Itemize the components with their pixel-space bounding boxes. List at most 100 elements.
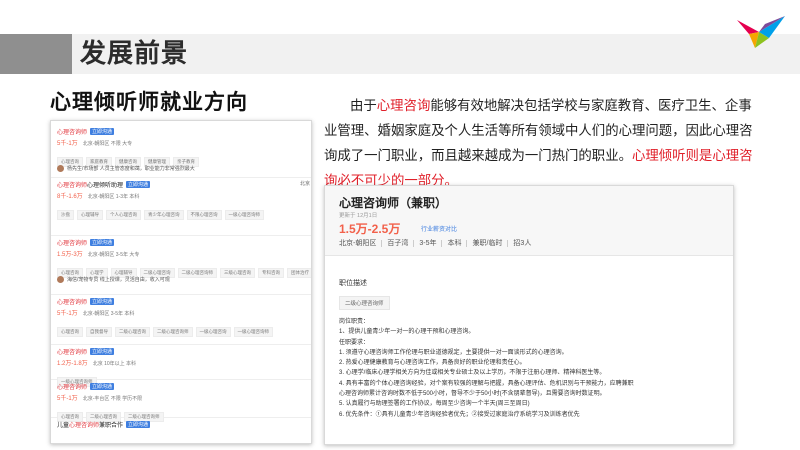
job-tag: 二级心理咨询师 [177, 268, 217, 278]
origami-bird-logo [737, 16, 785, 48]
job-card[interactable]: 心理咨询师 立即沟通 5千-1万 北京-朝阳区 不限 大专 心理咨询 家庭教育 健康咨询 健康… [51, 125, 311, 178]
job-detail-meta-item: 北京-朝阳区 [339, 240, 383, 247]
recruiter-line: 海信/宠物专员 线上授课，灵活自由，收入可观 [57, 276, 170, 283]
job-tag: 个人心理咨询 [106, 210, 141, 220]
recruiter-line: 杨先生/市场部 人员主管态度和蔼，职业能力非常强烈最大 [57, 165, 195, 172]
intro-highlight: 心理咨询 [376, 99, 431, 114]
job-detail-salary: 1.5万-2.5万 [339, 222, 401, 236]
chat-button[interactable]: 立即沟通 [90, 298, 115, 305]
job-detail-title: 心理咨询师（兼职） [339, 196, 448, 210]
job-meta: 北京-朝阳区 3-5年 大专 [87, 252, 140, 258]
job-title-keyword: 心理咨询师 [69, 423, 100, 429]
job-description-line: 5. 认真履行与助理签署的工作协议，每周至少咨询一个半天(周三至周日) [339, 401, 530, 408]
job-detail-screenshot: 心理咨询师（兼职） 更新于 12月1日 1.5万-2.5万 行业薪资对比 北京-… [324, 185, 734, 445]
job-description-line: 任职要求： [339, 339, 370, 346]
job-title-prefix: 儿童 [57, 423, 70, 429]
job-title-suffix: 兼职合作 [99, 423, 124, 429]
job-tag: 一级心理咨询师 [233, 327, 273, 337]
job-card[interactable]: 心理咨询师 立即沟通 5千-1万 北京-丰台区 不限 学历不限 心理咨询 二级心理咨询 二级… [51, 380, 311, 422]
job-meta: 北京-朝阳区 3-5年 本科 [82, 311, 135, 317]
job-description-line: 2. 热爱心理健康教育与心理咨询工作，具备良好的职业伦理和责任心。 [339, 360, 526, 367]
job-salary: 1.5万-3万 [57, 252, 83, 258]
job-description-heading: 职位描述 [339, 280, 367, 287]
job-description-line: 4. 具有丰富的个体心理咨询经验，对个案有较强的理解与把握，具备心理评估、危机识… [339, 380, 634, 387]
job-description-text: 岗位职责： 1、提供儿童青少年一对一的心理干预和心理咨询。 任职要求： 1. 须遵守心… [339, 317, 729, 420]
chat-button[interactable]: 立即沟通 [90, 383, 115, 390]
avatar [57, 165, 64, 172]
job-card[interactable]: 心理咨询师 立即沟通 1.2万-1.8万 北京 10年以上 本科 一级心理咨询师 [51, 345, 311, 387]
chat-button[interactable]: 立即沟通 [90, 348, 115, 355]
intro-text: 由于 [350, 99, 377, 114]
job-description-line: 心理咨询师累计咨询时数不低于500小时，督导不少于50小时(不含朋辈督导)，且需… [339, 391, 606, 398]
slide-subtitle: 心理倾听师就业方向 [50, 90, 248, 114]
job-tag: 三级心理咨询 [220, 268, 255, 278]
job-description-tag: 二级心理咨询师 [339, 296, 390, 310]
title-accent-bar [0, 34, 72, 74]
job-title[interactable]: 心理咨询师 立即沟通 [57, 347, 115, 356]
job-detail-meta-item: 兼职/临时 [472, 240, 509, 247]
job-detail-meta-item: 本科 [447, 240, 468, 247]
job-title[interactable]: 儿童心理咨询师兼职合作 立即沟通 [57, 420, 151, 429]
job-meta: 北京 10年以上 本科 [92, 361, 137, 367]
job-title-keyword: 心理咨询师 [57, 385, 88, 391]
job-description-line: 3. 心理学/临床心理学相关方向为佳或相关专业硕士及以上学历，不限于注册心理师、… [339, 370, 606, 377]
salary-compare-link[interactable]: 行业薪资对比 [421, 224, 457, 233]
job-tag: 心理咨询 [57, 327, 83, 337]
job-salary: 1.2万-1.8万 [57, 361, 88, 367]
job-detail-meta-item: 3-5年 [419, 240, 443, 247]
job-tag: 专科咨询 [258, 268, 284, 278]
job-detail-date: 更新于 12月1日 [339, 213, 378, 219]
job-salary: 5千-1万 [57, 141, 78, 147]
job-salary-line: 5千-1万 北京-朝阳区 不限 大专 [57, 138, 132, 147]
job-title-keyword: 心理咨询师 [57, 241, 88, 247]
job-title-suffix: 心理倾听助理 [87, 183, 124, 189]
job-salary-line: 1.5万-3万 北京-朝阳区 3-5年 大专 [57, 249, 139, 258]
recruiter-text: 海信/宠物专员 线上授课，灵活自由，收入可观 [67, 277, 170, 283]
chat-button[interactable]: 立即沟通 [126, 181, 151, 188]
job-tag: 二级心理咨询 [115, 327, 150, 337]
job-tag: 青少年心理咨询 [144, 210, 184, 220]
avatar [57, 276, 64, 283]
job-title-keyword: 心理咨询师 [57, 130, 88, 136]
job-list-screenshot: 心理咨询师 立即沟通 5千-1万 北京-朝阳区 不限 大专 心理咨询 家庭教育 健康咨询 健康… [50, 120, 312, 444]
job-detail-meta-item: 百子湾 [387, 240, 415, 247]
job-meta: 北京-朝阳区 不限 大专 [82, 141, 133, 147]
job-tags: 沙盘 心理辅导 个人心理咨询 青少年心理咨询 不限心理咨询 一级心理咨询师 [57, 203, 267, 221]
job-detail-meta: 北京-朝阳区 百子湾 3-5年 本科 兼职/临时 招3人 [339, 238, 541, 248]
job-salary: 8千-1.6万 [57, 194, 83, 200]
job-card[interactable]: 心理咨询师 立即沟通 1.5万-3万 北京-朝阳区 3-5年 大专 心理咨询 心理学 心理辅… [51, 236, 311, 295]
job-salary: 5千-1万 [57, 311, 78, 317]
job-tag: 自我督导 [86, 327, 112, 337]
job-title-keyword: 心理咨询师 [57, 183, 88, 189]
job-description-line: 1、提供儿童青少年一对一的心理干预和心理咨询。 [339, 329, 475, 336]
chat-button[interactable]: 立即沟通 [90, 239, 115, 246]
job-description-line: 6. 优先条件：①具有儿童青少年咨询经验者优先；②接受过家庭治疗系统学习及训练者… [339, 411, 580, 418]
job-tag: 二级心理咨询师 [153, 327, 193, 337]
job-salary: 5千-1万 [57, 396, 78, 402]
job-card[interactable]: 儿童心理咨询师兼职合作 立即沟通 [51, 418, 311, 443]
job-title[interactable]: 心理咨询师 立即沟通 [57, 127, 115, 136]
chat-button[interactable]: 立即沟通 [126, 421, 151, 428]
job-tag: 一级心理咨询 [195, 327, 231, 337]
job-description-line: 1. 须遵守心理咨询师工作伦理与职业道德规定，主要提供一对一面谈形式的心理咨询。 [339, 349, 568, 356]
job-tag: 不限心理咨询 [186, 210, 222, 220]
job-tag: 团体治疗 [287, 268, 311, 278]
chat-button[interactable]: 立即沟通 [90, 128, 115, 135]
job-meta: 北京-朝阳区 1-3年 本科 [87, 194, 140, 200]
job-description-line: 岗位职责： [339, 319, 370, 325]
slide-title: 发展前景 [80, 39, 189, 69]
job-location-side: 北京 [300, 181, 311, 187]
job-tag: 沙盘 [57, 210, 74, 220]
job-title-keyword: 心理咨询师 [57, 300, 88, 306]
job-card[interactable]: 心理咨询师心理倾听助理 立即沟通 8千-1.6万 北京-朝阳区 1-3年 本科 沙盘 心理… [51, 178, 311, 236]
job-salary-line: 5千-1万 北京-朝阳区 3-5年 本科 [57, 308, 134, 317]
job-card[interactable]: 心理咨询师 立即沟通 5千-1万 北京-朝阳区 3-5年 本科 心理咨询 自我督导 二级心理… [51, 295, 311, 345]
job-meta: 北京-丰台区 不限 学历不限 [82, 396, 143, 402]
job-title[interactable]: 心理咨询师 立即沟通 [57, 297, 115, 306]
job-salary-line: 8千-1.6万 北京-朝阳区 1-3年 本科 [57, 191, 139, 200]
job-title[interactable]: 心理咨询师心理倾听助理 立即沟通 [57, 180, 151, 189]
job-title[interactable]: 心理咨询师 立即沟通 [57, 238, 115, 247]
job-tag: 一级心理咨询师 [224, 210, 264, 220]
job-title[interactable]: 心理咨询师 立即沟通 [57, 382, 115, 391]
recruiter-text: 杨先生/市场部 人员主管态度和蔼，职业能力非常强烈最大 [67, 166, 195, 172]
